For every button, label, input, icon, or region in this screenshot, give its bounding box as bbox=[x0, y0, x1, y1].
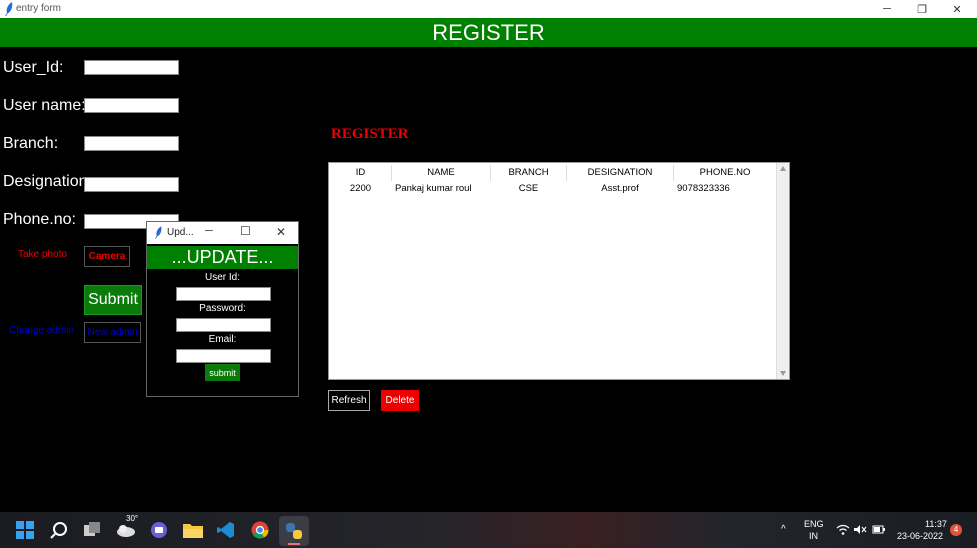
cell-name: Pankaj kumar roul bbox=[395, 183, 472, 194]
vertical-scrollbar[interactable] bbox=[776, 163, 789, 379]
language-region: IN bbox=[809, 531, 818, 541]
user-name-input[interactable] bbox=[84, 98, 179, 113]
update-dialog-title-bar: Upd... ─ ☐ ✕ bbox=[147, 222, 298, 244]
update-heading: ...UPDATE... bbox=[147, 246, 298, 269]
vscode-button[interactable] bbox=[215, 519, 237, 541]
phone-label: Phone.no: bbox=[3, 211, 76, 228]
cell-id: 2200 bbox=[349, 183, 372, 194]
speaker-muted-icon[interactable] bbox=[853, 524, 867, 535]
page-header: REGISTER bbox=[0, 18, 977, 47]
user-name-label: User name: bbox=[3, 97, 86, 114]
restore-button[interactable]: ❐ bbox=[905, 0, 939, 18]
search-button[interactable] bbox=[48, 519, 70, 541]
branch-input[interactable] bbox=[84, 136, 179, 151]
popup-close-button[interactable]: ✕ bbox=[276, 225, 286, 239]
designation-input[interactable] bbox=[84, 177, 179, 192]
show-hidden-icons-chevron[interactable]: ^ bbox=[781, 524, 786, 535]
window-title-bar: entry form ─ ❐ ✕ bbox=[0, 0, 977, 18]
column-header-designation[interactable]: DESIGNATION bbox=[567, 165, 674, 181]
search-icon bbox=[50, 522, 67, 539]
register-title: REGISTER bbox=[331, 126, 409, 142]
python-icon bbox=[286, 523, 302, 539]
language-indicator[interactable]: ENG bbox=[804, 519, 824, 529]
cell-phone: 9078323336 bbox=[677, 183, 730, 194]
submit-button[interactable]: Submit bbox=[84, 285, 142, 315]
popup-user-id-input[interactable] bbox=[176, 287, 271, 301]
refresh-button[interactable]: Refresh bbox=[328, 390, 370, 411]
popup-password-label: Password: bbox=[199, 303, 246, 314]
feather-icon bbox=[5, 2, 13, 16]
task-view-button[interactable] bbox=[81, 519, 103, 541]
folder-icon bbox=[183, 524, 203, 538]
battery-icon[interactable] bbox=[872, 524, 886, 535]
wifi-icon[interactable] bbox=[836, 524, 850, 535]
column-header-phone[interactable]: PHONE.NO bbox=[674, 165, 776, 181]
start-button[interactable] bbox=[14, 519, 36, 541]
task-view-icon bbox=[84, 522, 100, 536]
branch-label: Branch: bbox=[3, 135, 59, 152]
feather-icon bbox=[154, 226, 162, 239]
chrome-button[interactable] bbox=[249, 519, 271, 541]
popup-submit-button[interactable]: submit bbox=[205, 364, 240, 381]
cell-designation: Asst.prof bbox=[601, 183, 639, 194]
windows-icon bbox=[16, 521, 34, 539]
popup-email-input[interactable] bbox=[176, 349, 271, 363]
designation-label: Designation: bbox=[3, 173, 92, 190]
notification-badge[interactable]: 4 bbox=[950, 524, 962, 536]
file-explorer-button[interactable] bbox=[182, 519, 204, 541]
cell-branch: CSE bbox=[518, 183, 539, 194]
minimize-button[interactable]: ─ bbox=[870, 0, 904, 18]
taskbar: 30° ^ ENG IN 11:37 23-06-2022 4 bbox=[0, 512, 977, 548]
weather-temp: 30° bbox=[126, 514, 139, 523]
cloud-icon bbox=[117, 525, 135, 537]
close-button[interactable]: ✕ bbox=[940, 0, 974, 18]
window-title: entry form bbox=[16, 3, 62, 14]
popup-user-id-label: User Id: bbox=[204, 272, 240, 283]
popup-password-input[interactable] bbox=[176, 318, 271, 332]
vscode-icon bbox=[217, 522, 234, 538]
delete-button[interactable]: Delete bbox=[381, 390, 419, 411]
table-row[interactable]: 2200 Pankaj kumar roul CSE Asst.prof 907… bbox=[329, 182, 777, 196]
new-admin-button[interactable]: New admin bbox=[84, 322, 141, 343]
update-dialog-title: Upd... bbox=[167, 227, 194, 238]
chat-icon bbox=[151, 522, 167, 538]
popup-minimize-button[interactable]: ─ bbox=[205, 225, 213, 237]
take-photo-label: Take photo bbox=[18, 249, 67, 260]
user-id-label: User_Id: bbox=[3, 59, 64, 76]
change-admin-label: Change admin bbox=[9, 325, 75, 336]
clock-date[interactable]: 23-06-2022 bbox=[897, 531, 943, 541]
teams-chat-button[interactable] bbox=[148, 519, 170, 541]
column-header-id[interactable]: ID bbox=[330, 165, 392, 181]
clock-time[interactable]: 11:37 bbox=[925, 519, 947, 529]
user-id-input[interactable] bbox=[84, 60, 179, 75]
update-dialog: Upd... ─ ☐ ✕ ...UPDATE... User Id: Passw… bbox=[146, 221, 299, 397]
register-table: ID NAME BRANCH DESIGNATION PHONE.NO 2200… bbox=[328, 162, 790, 380]
popup-restore-button[interactable]: ☐ bbox=[240, 224, 251, 238]
column-header-name[interactable]: NAME bbox=[392, 165, 491, 181]
chrome-icon bbox=[251, 521, 269, 539]
weather-widget[interactable]: 30° bbox=[115, 514, 138, 541]
column-header-branch[interactable]: BRANCH bbox=[491, 165, 567, 181]
python-app-button[interactable] bbox=[279, 516, 309, 546]
scroll-down-icon[interactable] bbox=[780, 371, 786, 376]
popup-email-label: Email: bbox=[208, 334, 237, 345]
camera-button[interactable]: Camera bbox=[84, 246, 130, 267]
scroll-up-icon[interactable] bbox=[780, 166, 786, 171]
